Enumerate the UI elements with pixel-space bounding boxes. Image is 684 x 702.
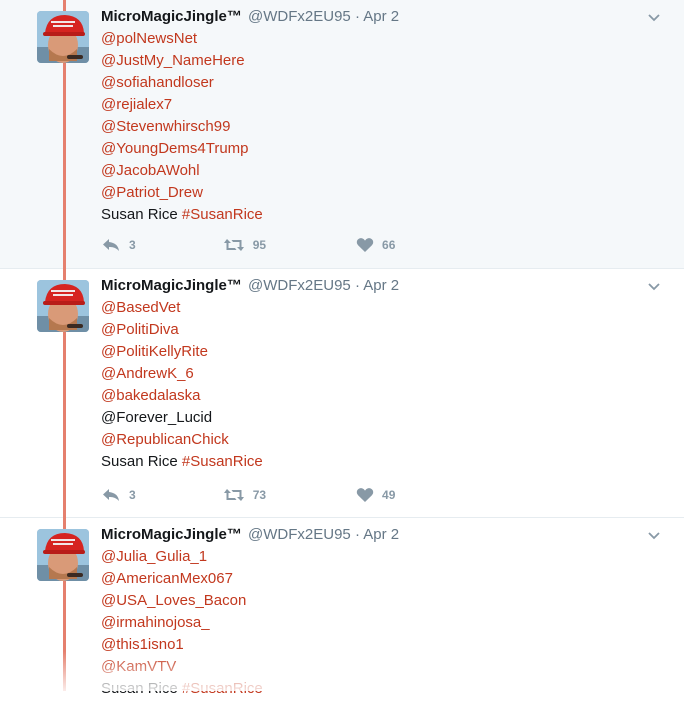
tweet-text: @BasedVet @PolitiDiva @PolitiKellyRite @And… [101,299,263,475]
reply-button[interactable]: 3 [101,237,136,253]
tweet-footer-line: Susan Rice #SusanRice [101,453,263,475]
tweet-date[interactable]: Apr 2 [363,526,399,543]
mention-link[interactable]: @irmahinojosa_ [101,614,263,636]
mention-link[interactable]: @Julia_Gulia_1 [101,548,263,570]
like-count: 66 [382,238,396,252]
tweet-text: @Julia_Gulia_1 @AmericanMex067 @USA_Loves_… [101,548,263,702]
avatar[interactable] [37,529,89,581]
thread-connector-line [63,0,66,691]
footer-text: Susan Rice [101,206,178,223]
mention-link[interactable]: @JustMy_NameHere [101,52,263,74]
reply-button[interactable]: 3 [101,487,136,503]
mention-link[interactable]: @BasedVet [101,299,263,321]
user-handle[interactable]: @WDFx2EU95 [248,277,351,294]
like-button[interactable]: 66 [356,237,395,253]
mention-link[interactable]: @AndrewK_6 [101,365,263,387]
tweet-date[interactable]: Apr 2 [363,277,399,294]
retweet-icon [223,237,245,253]
reply-count: 3 [129,238,136,252]
like-button[interactable]: 49 [356,487,395,503]
tweet-1[interactable]: MicroMagicJingle™ @WDFx2EU95 · Apr 2 @pol… [0,0,684,269]
retweet-button[interactable]: 95 [223,237,266,253]
tweet-actions: 3 95 66 [101,237,395,253]
reply-icon [101,487,121,503]
separator-dot: · [354,277,360,294]
reply-count: 3 [129,488,136,502]
hashtag-link[interactable]: #SusanRice [182,680,263,697]
avatar[interactable] [37,280,89,332]
mention-link[interactable]: @polNewsNet [101,30,263,52]
mention-link[interactable]: @Stevenwhirsch99 [101,118,263,140]
reply-icon [101,237,121,253]
tweet-header: MicroMagicJingle™ @WDFx2EU95 · Apr 2 [101,8,399,25]
mention-link[interactable]: @PolitiDiva [101,321,263,343]
chevron-down-icon[interactable] [646,9,662,25]
mention-link[interactable]: @bakedalaska [101,387,263,409]
user-name[interactable]: MicroMagicJingle™ [101,526,242,543]
tweet-footer-line: Susan Rice #SusanRice [101,206,263,228]
mention-link[interactable]: @Patriot_Drew [101,184,263,206]
retweet-count: 73 [252,488,267,502]
separator-dot: · [354,8,360,25]
plain-text-line: @Forever_Lucid [101,409,213,426]
mention-link[interactable]: @rejialex7 [101,96,263,118]
tweet-3[interactable]: MicroMagicJingle™ @WDFx2EU95 · Apr 2 @Jul… [0,518,684,697]
retweet-count: 95 [252,238,267,252]
chevron-down-icon[interactable] [646,527,662,543]
mention-link[interactable]: @sofiahandloser [101,74,263,96]
separator-dot: · [354,526,360,543]
tweet-date[interactable]: Apr 2 [363,8,399,25]
mention-link[interactable]: @AmericanMex067 [101,570,263,592]
mention-link[interactable]: @KamVTV [101,658,263,680]
user-name[interactable]: MicroMagicJingle™ [101,277,242,294]
like-icon [356,237,374,253]
mention-link[interactable]: @USA_Loves_Bacon [101,592,263,614]
retweet-icon [223,487,245,503]
avatar[interactable] [37,11,89,63]
tweet-header: MicroMagicJingle™ @WDFx2EU95 · Apr 2 [101,526,399,543]
user-handle[interactable]: @WDFx2EU95 [248,526,351,543]
mention-link[interactable]: @RepublicanChick [101,431,263,453]
like-count: 49 [382,488,396,502]
mention-link[interactable]: @PolitiKellyRite [101,343,263,365]
tweet-actions: 3 73 49 [101,487,395,503]
tweet-header: MicroMagicJingle™ @WDFx2EU95 · Apr 2 [101,277,399,294]
retweet-button[interactable]: 73 [223,487,266,503]
hashtag-link[interactable]: #SusanRice [182,206,263,223]
mention-link[interactable]: @YoungDems4Trump [101,140,263,162]
footer-text: Susan Rice [101,680,178,697]
user-name[interactable]: MicroMagicJingle™ [101,8,242,25]
tweet-text: @polNewsNet @JustMy_NameHere @sofiahandlos… [101,30,263,228]
mention-link[interactable]: @JacobAWohl [101,162,263,184]
footer-text: Susan Rice [101,453,178,470]
tweet-footer-line: Susan Rice #SusanRice [101,680,263,702]
user-handle[interactable]: @WDFx2EU95 [248,8,351,25]
hashtag-link[interactable]: #SusanRice [182,453,263,470]
like-icon [356,487,374,503]
mention-link[interactable]: @this1isno1 [101,636,263,658]
chevron-down-icon[interactable] [646,278,662,294]
tweet-2[interactable]: MicroMagicJingle™ @WDFx2EU95 · Apr 2 @Bas… [0,269,684,518]
